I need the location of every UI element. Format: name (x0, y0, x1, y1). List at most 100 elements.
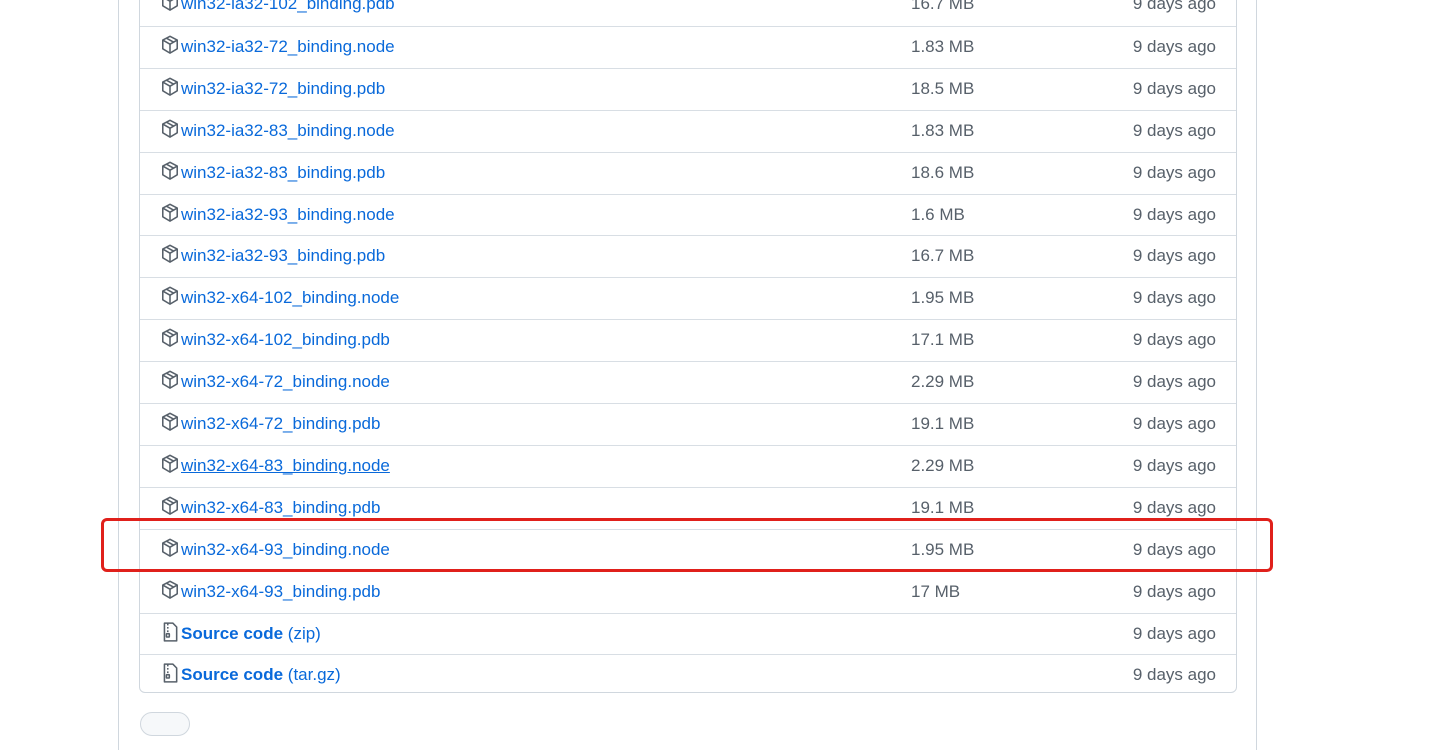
package-icon (161, 77, 181, 99)
asset-download-link[interactable]: win32-ia32-93_binding.pdb (181, 246, 385, 266)
asset-name-text: win32-ia32-83_binding.pdb (181, 162, 386, 182)
asset-size: 2.29 MB (911, 455, 975, 475)
asset-row: win32-ia32-83_binding.node 1.83 MB 9 day… (140, 109, 1236, 151)
asset-date: 9 days ago (1132, 539, 1216, 559)
asset-download-link[interactable]: win32-ia32-83_binding.node (181, 121, 395, 141)
asset-download-link[interactable]: win32-x64-72_binding.pdb (181, 414, 380, 434)
asset-name-text: win32-x64-72_binding.pdb (181, 414, 381, 433)
asset-date: 9 days ago (1132, 120, 1216, 140)
asset-download-link[interactable]: win32-ia32-93_binding.node (181, 205, 395, 225)
asset-download-link[interactable]: win32-x64-93_binding.node (181, 540, 390, 560)
asset-name-text: win32-ia32-102_binding.pdb (181, 0, 395, 13)
asset-size: 1.95 MB (911, 288, 975, 308)
asset-size: 18.5 MB (911, 78, 975, 98)
asset-download-link[interactable]: win32-ia32-83_binding.pdb (181, 163, 385, 183)
asset-name-text: win32-ia32-83_binding.node (181, 120, 395, 140)
asset-name-text: win32-ia32-72_binding.node (181, 36, 395, 56)
asset-row: win32-ia32-93_binding.node 1.6 MB 9 days… (140, 193, 1236, 235)
asset-date: 9 days ago (1132, 665, 1216, 685)
asset-download-link[interactable]: win32-x64-102_binding.pdb (181, 330, 390, 350)
asset-row: Source code (zip) 9 days ago (140, 612, 1236, 654)
asset-size: 19.1 MB (911, 414, 975, 433)
asset-date: 9 days ago (1132, 246, 1216, 266)
asset-row: win32-x64-102_binding.pdb 17.1 MB 9 days… (140, 319, 1236, 360)
asset-row: win32-ia32-72_binding.pdb 18.5 MB 9 days… (140, 67, 1236, 109)
asset-size: 16.7 MB (911, 246, 975, 266)
asset-date: 9 days ago (1132, 414, 1216, 433)
asset-name-suffix: (tar.gz) (287, 665, 341, 685)
asset-date: 9 days ago (1132, 36, 1216, 56)
asset-name-text: Source code (181, 665, 284, 685)
asset-date: 9 days ago (1132, 581, 1216, 601)
asset-size: 18.6 MB (911, 162, 975, 182)
asset-size: 17 MB (911, 581, 961, 601)
asset-row: win32-ia32-72_binding.node 1.83 MB 9 day… (140, 25, 1236, 67)
asset-date: 9 days ago (1132, 497, 1216, 517)
package-icon (161, 286, 181, 308)
asset-size: 1.83 MB (911, 120, 975, 140)
package-icon (161, 119, 181, 141)
asset-date: 9 days ago (1132, 204, 1216, 224)
asset-name-suffix: (zip) (287, 623, 321, 643)
release-assets-list: win32-ia32-102_binding.pdb 16.7 MB 9 day… (139, 0, 1237, 693)
asset-date: 9 days ago (1132, 372, 1216, 392)
package-icon (161, 538, 181, 560)
asset-size: 1.95 MB (911, 539, 975, 559)
asset-row: win32-x64-83_binding.pdb 19.1 MB 9 days … (140, 486, 1236, 528)
package-icon (161, 35, 181, 57)
package-icon (161, 412, 181, 434)
package-icon (161, 328, 181, 350)
asset-row: win32-x64-83_binding.node 2.29 MB 9 days… (140, 444, 1236, 486)
reaction-button[interactable] (140, 712, 190, 736)
asset-date: 9 days ago (1132, 455, 1216, 475)
asset-size: 17.1 MB (911, 330, 975, 350)
package-icon (161, 496, 181, 518)
asset-download-link[interactable]: win32-x64-102_binding.node (181, 288, 399, 308)
asset-name-text: Source code (181, 623, 284, 643)
package-icon (161, 580, 181, 602)
asset-size: 1.83 MB (911, 36, 975, 56)
asset-row: Source code (tar.gz) 9 days ago (140, 654, 1236, 692)
asset-size: 16.7 MB (911, 0, 975, 13)
asset-name-text: win32-x64-83_binding.node (181, 455, 390, 475)
asset-row: win32-x64-72_binding.node 2.29 MB 9 days… (140, 361, 1236, 402)
asset-name-text: win32-x64-102_binding.node (181, 288, 400, 308)
file-zip-icon (161, 663, 181, 685)
asset-row: win32-x64-102_binding.node 1.95 MB 9 day… (140, 277, 1236, 318)
asset-download-link[interactable]: win32-x64-83_binding.node (181, 456, 390, 476)
asset-row: win32-x64-93_binding.node 1.95 MB 9 days… (140, 528, 1236, 570)
asset-name-text: win32-ia32-72_binding.pdb (181, 78, 386, 98)
asset-download-link[interactable]: win32-x64-72_binding.node (181, 372, 390, 392)
asset-size: 19.1 MB (911, 497, 975, 517)
asset-date: 9 days ago (1132, 0, 1216, 13)
asset-download-link[interactable]: win32-ia32-102_binding.pdb (181, 0, 395, 14)
asset-download-link[interactable]: win32-x64-93_binding.pdb (181, 582, 380, 602)
asset-download-link[interactable]: win32-ia32-72_binding.node (181, 37, 395, 57)
asset-name-text: win32-x64-83_binding.pdb (181, 497, 381, 517)
asset-size: 2.29 MB (911, 372, 975, 392)
package-icon (161, 370, 181, 392)
asset-download-link[interactable]: win32-x64-83_binding.pdb (181, 498, 380, 518)
asset-row: win32-ia32-83_binding.pdb 18.6 MB 9 days… (140, 151, 1236, 193)
asset-row: win32-x64-93_binding.pdb 17 MB 9 days ag… (140, 570, 1236, 612)
asset-row: win32-ia32-93_binding.pdb 16.7 MB 9 days… (140, 235, 1236, 276)
package-icon (161, 244, 181, 266)
asset-date: 9 days ago (1132, 330, 1216, 350)
asset-download-link[interactable]: Source code (zip) (181, 624, 321, 644)
package-icon (161, 161, 181, 183)
package-icon (161, 454, 181, 476)
asset-download-link[interactable]: Source code (tar.gz) (181, 665, 341, 685)
asset-date: 9 days ago (1132, 288, 1216, 308)
asset-name-text: win32-x64-102_binding.pdb (181, 330, 390, 350)
asset-row: win32-ia32-102_binding.pdb 16.7 MB 9 day… (140, 0, 1236, 25)
asset-download-link[interactable]: win32-ia32-72_binding.pdb (181, 79, 385, 99)
package-icon (161, 203, 181, 225)
asset-name-text: win32-x64-93_binding.pdb (181, 581, 381, 601)
asset-date: 9 days ago (1132, 162, 1216, 182)
asset-date: 9 days ago (1132, 78, 1216, 98)
package-icon (161, 0, 181, 14)
asset-name-text: win32-x64-93_binding.node (181, 539, 390, 559)
asset-name-text: win32-x64-72_binding.node (181, 372, 390, 392)
asset-date: 9 days ago (1132, 623, 1216, 643)
asset-row: win32-x64-72_binding.pdb 19.1 MB 9 days … (140, 403, 1236, 444)
